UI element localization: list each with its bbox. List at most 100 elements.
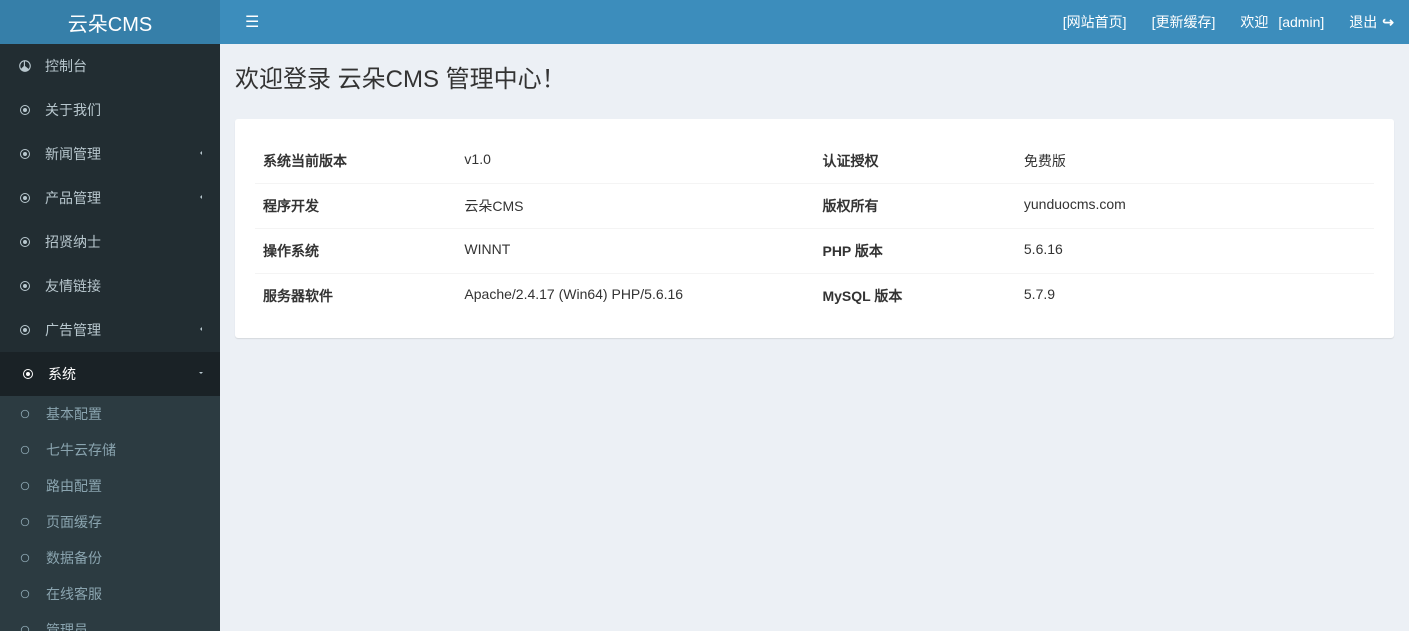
navbar-right: [网站首页] [更新缓存] 欢迎 [admin] 退出 <box>1063 12 1394 32</box>
username-link[interactable]: [admin] <box>1278 14 1324 30</box>
circle-o-icon <box>20 553 38 563</box>
sidebar-item: 产品管理 <box>0 176 220 220</box>
chevron-left-icon <box>197 325 205 336</box>
signout-icon <box>1382 14 1394 31</box>
table-row: 系统当前版本v1.0认证授权免费版 <box>255 139 1374 184</box>
sidebar-menu: 控制台关于我们新闻管理产品管理招贤纳士友情链接广告管理系统基本配置七牛云存储路由… <box>0 44 220 631</box>
sidebar-toggle-icon[interactable] <box>235 7 269 37</box>
submenu-item-label: 管理员 <box>46 620 88 631</box>
circle-dot-icon <box>15 192 35 204</box>
sidebar-item-label: 广告管理 <box>45 320 197 340</box>
sidebar-item-label: 友情链接 <box>45 276 205 296</box>
info-key: 版权所有 <box>814 184 1015 229</box>
sidebar-link[interactable]: 控制台 <box>0 44 220 88</box>
info-key: 认证授权 <box>814 139 1015 184</box>
circle-o-icon <box>20 589 38 599</box>
sidebar-item-label: 关于我们 <box>45 100 205 120</box>
table-row: 操作系统WINNTPHP 版本5.6.16 <box>255 229 1374 274</box>
circle-o-icon <box>20 481 38 491</box>
sidebar-link[interactable]: 友情链接 <box>0 264 220 308</box>
logout-label: 退出 <box>1349 12 1377 32</box>
info-value: 云朵CMS <box>456 184 814 229</box>
circle-o-icon <box>20 445 38 455</box>
submenu-item-label: 数据备份 <box>46 548 102 568</box>
circle-dot-icon <box>15 104 35 116</box>
submenu-link[interactable]: 基本配置 <box>0 396 220 432</box>
submenu-item-label: 路由配置 <box>46 476 102 496</box>
sidebar-item: 控制台 <box>0 44 220 88</box>
system-info-table: 系统当前版本v1.0认证授权免费版程序开发云朵CMS版权所有yunduocms.… <box>255 139 1374 318</box>
submenu-item: 基本配置 <box>0 396 220 432</box>
greeting-text: 欢迎 <box>1240 12 1268 32</box>
content-section: 系统当前版本v1.0认证授权免费版程序开发云朵CMS版权所有yunduocms.… <box>220 104 1409 353</box>
submenu-item: 数据备份 <box>0 540 220 576</box>
logout-link[interactable]: 退出 <box>1349 12 1394 32</box>
info-key: 程序开发 <box>255 184 456 229</box>
circle-o-icon <box>20 409 38 419</box>
sidebar-item: 友情链接 <box>0 264 220 308</box>
info-key: MySQL 版本 <box>814 274 1015 319</box>
submenu-link[interactable]: 管理员 <box>0 612 220 631</box>
table-row: 程序开发云朵CMS版权所有yunduocms.com <box>255 184 1374 229</box>
circle-o-icon <box>20 625 38 631</box>
sidebar-item: 招贤纳士 <box>0 220 220 264</box>
main-header: 云朵CMS [网站首页] [更新缓存] 欢迎 [admin] 退出 <box>0 0 1409 44</box>
submenu-item: 路由配置 <box>0 468 220 504</box>
circle-dot-icon <box>15 324 35 336</box>
sidebar-item: 新闻管理 <box>0 132 220 176</box>
submenu-item-label: 页面缓存 <box>46 512 102 532</box>
submenu-item-label: 七牛云存储 <box>46 440 116 460</box>
info-value: 5.6.16 <box>1016 229 1374 274</box>
info-value: yunduocms.com <box>1016 184 1374 229</box>
submenu-item: 在线客服 <box>0 576 220 612</box>
submenu-item: 七牛云存储 <box>0 432 220 468</box>
sidebar-link[interactable]: 产品管理 <box>0 176 220 220</box>
sidebar-item-label: 控制台 <box>45 56 205 76</box>
info-key: PHP 版本 <box>814 229 1015 274</box>
chevron-left-icon <box>197 193 205 204</box>
top-navbar: [网站首页] [更新缓存] 欢迎 [admin] 退出 <box>220 0 1409 44</box>
greeting-group: 欢迎 [admin] <box>1240 12 1324 32</box>
chevron-down-icon <box>197 369 205 380</box>
content-header: 欢迎登录 云朵CMS 管理中心！ <box>220 44 1409 104</box>
sidebar-item-label: 新闻管理 <box>45 144 197 164</box>
submenu-link[interactable]: 路由配置 <box>0 468 220 504</box>
main-sidebar: 控制台关于我们新闻管理产品管理招贤纳士友情链接广告管理系统基本配置七牛云存储路由… <box>0 0 220 631</box>
circle-o-icon <box>20 517 38 527</box>
circle-dot-icon <box>15 280 35 292</box>
sidebar-item: 关于我们 <box>0 88 220 132</box>
info-value: WINNT <box>456 229 814 274</box>
submenu-link[interactable]: 页面缓存 <box>0 504 220 540</box>
sidebar-link[interactable]: 广告管理 <box>0 308 220 352</box>
info-key: 操作系统 <box>255 229 456 274</box>
submenu-link[interactable]: 七牛云存储 <box>0 432 220 468</box>
circle-dot-icon <box>15 148 35 160</box>
submenu-link[interactable]: 数据备份 <box>0 540 220 576</box>
info-key: 系统当前版本 <box>255 139 456 184</box>
info-value: Apache/2.4.17 (Win64) PHP/5.6.16 <box>456 274 814 319</box>
sidebar-item-label: 系统 <box>48 364 197 384</box>
circle-dot-icon <box>15 236 35 248</box>
submenu-item-label: 在线客服 <box>46 584 102 604</box>
submenu-item-label: 基本配置 <box>46 404 102 424</box>
sidebar-link[interactable]: 关于我们 <box>0 88 220 132</box>
info-box: 系统当前版本v1.0认证授权免费版程序开发云朵CMS版权所有yunduocms.… <box>235 119 1394 338</box>
chevron-left-icon <box>197 149 205 160</box>
info-key: 服务器软件 <box>255 274 456 319</box>
sidebar-item: 广告管理 <box>0 308 220 352</box>
sidebar-link[interactable]: 新闻管理 <box>0 132 220 176</box>
submenu-link[interactable]: 在线客服 <box>0 576 220 612</box>
submenu-item: 管理员 <box>0 612 220 631</box>
nav-link-home[interactable]: [网站首页] <box>1063 12 1127 32</box>
nav-link-clear-cache[interactable]: [更新缓存] <box>1152 12 1216 32</box>
submenu-item: 页面缓存 <box>0 504 220 540</box>
sidebar-item-label: 产品管理 <box>45 188 197 208</box>
dashboard-icon <box>15 59 35 73</box>
sidebar-link[interactable]: 招贤纳士 <box>0 220 220 264</box>
sidebar-link[interactable]: 系统 <box>0 352 220 396</box>
content-wrapper: 欢迎登录 云朵CMS 管理中心！ 系统当前版本v1.0认证授权免费版程序开发云朵… <box>220 0 1409 631</box>
page-title: 欢迎登录 云朵CMS 管理中心！ <box>235 59 1394 94</box>
table-row: 服务器软件Apache/2.4.17 (Win64) PHP/5.6.16MyS… <box>255 274 1374 319</box>
brand-logo[interactable]: 云朵CMS <box>0 0 220 44</box>
info-value: v1.0 <box>456 139 814 184</box>
